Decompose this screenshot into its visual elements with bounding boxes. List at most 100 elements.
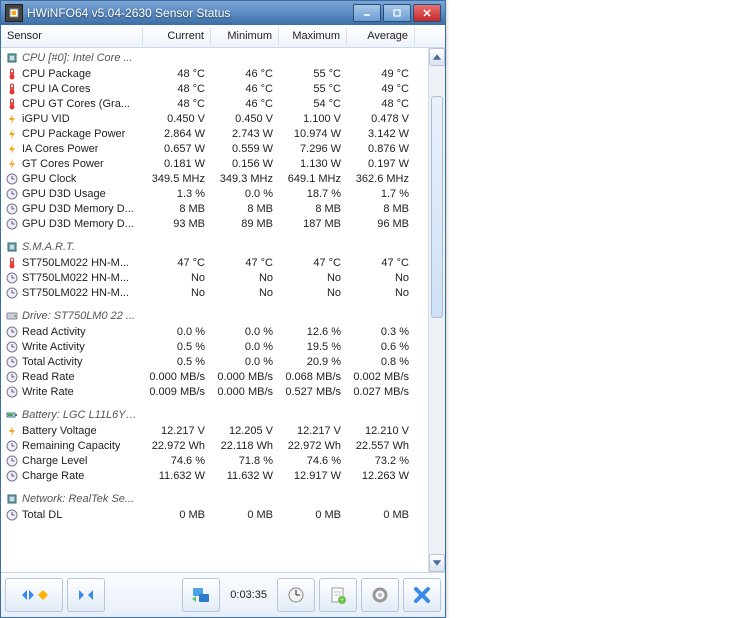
shrink-button[interactable] — [67, 578, 105, 612]
sensor-maximum: 1.130 W — [279, 158, 347, 170]
sensor-maximum: 20.9 % — [279, 356, 347, 368]
sensor-row[interactable]: GPU D3D Usage1.3 %0.0 %18.7 %1.7 % — [1, 186, 445, 201]
sensor-row[interactable]: CPU Package48 °C46 °C55 °C49 °C — [1, 66, 445, 81]
sensor-maximum: 47 °C — [279, 257, 347, 269]
sensor-name: CPU GT Cores (Gra... — [22, 98, 130, 110]
sensor-average: 0.876 W — [347, 143, 415, 155]
sensor-row[interactable]: GT Cores Power0.181 W0.156 W1.130 W0.197… — [1, 156, 445, 171]
sensor-current: 0.181 W — [143, 158, 211, 170]
sensor-average: 0.027 MB/s — [347, 386, 415, 398]
sensor-minimum: 11.632 W — [211, 470, 279, 482]
sensor-row[interactable]: Charge Rate11.632 W11.632 W12.917 W12.26… — [1, 468, 445, 483]
sensor-maximum: 22.972 Wh — [279, 440, 347, 452]
sensor-row[interactable]: Total Activity0.5 %0.0 %20.9 %0.8 % — [1, 354, 445, 369]
sensor-row[interactable]: Read Activity0.0 %0.0 %12.6 %0.3 % — [1, 324, 445, 339]
sensor-minimum: 0.0 % — [211, 326, 279, 338]
expand-collapse-button[interactable] — [5, 578, 63, 612]
thermo-icon — [5, 68, 19, 80]
bottom-toolbar: 0:03:35 + — [1, 572, 445, 617]
chip-icon — [5, 493, 19, 505]
clock-icon — [5, 356, 19, 368]
sensor-current: 0.657 W — [143, 143, 211, 155]
sensor-row[interactable]: Battery Voltage12.217 V12.205 V12.217 V1… — [1, 423, 445, 438]
sensor-minimum: 46 °C — [211, 98, 279, 110]
sensor-row[interactable]: IA Cores Power0.657 W0.559 W7.296 W0.876… — [1, 141, 445, 156]
sensor-row[interactable]: Write Activity0.5 %0.0 %19.5 %0.6 % — [1, 339, 445, 354]
sensor-name: GPU D3D Memory D... — [22, 218, 134, 230]
sensor-name: Charge Level — [22, 455, 87, 467]
sensor-current: 48 °C — [143, 98, 211, 110]
vertical-scrollbar[interactable] — [428, 48, 445, 572]
settings-button[interactable] — [361, 578, 399, 612]
scroll-thumb[interactable] — [431, 96, 443, 318]
sensor-row[interactable]: CPU GT Cores (Gra...48 °C46 °C54 °C48 °C — [1, 96, 445, 111]
minimize-button[interactable] — [353, 4, 381, 22]
sensor-row[interactable]: Read Rate0.000 MB/s0.000 MB/s0.068 MB/s0… — [1, 369, 445, 384]
sensor-row[interactable]: CPU Package Power2.864 W2.743 W10.974 W3… — [1, 126, 445, 141]
sensor-row[interactable]: CPU IA Cores48 °C46 °C55 °C49 °C — [1, 81, 445, 96]
col-current[interactable]: Current — [143, 27, 211, 45]
bolt-icon — [5, 128, 19, 140]
sensor-current: 93 MB — [143, 218, 211, 230]
group-label: Battery: LGC L11L6Y01 — [22, 409, 137, 421]
sensor-row[interactable]: ST750LM022 HN-M...NoNoNoNo — [1, 270, 445, 285]
sensor-minimum: 22.118 Wh — [211, 440, 279, 452]
sensor-row[interactable]: ST750LM022 HN-M...47 °C47 °C47 °C47 °C — [1, 255, 445, 270]
clock-icon — [5, 287, 19, 299]
sensor-group-header[interactable]: Battery: LGC L11L6Y01 — [1, 407, 445, 423]
sensor-row[interactable]: GPU D3D Memory D...93 MB89 MB187 MB96 MB — [1, 216, 445, 231]
sensor-maximum: 12.6 % — [279, 326, 347, 338]
sensor-row[interactable]: Charge Level74.6 %71.8 %74.6 %73.2 % — [1, 453, 445, 468]
elapsed-time: 0:03:35 — [224, 589, 273, 601]
sensor-minimum: 0.000 MB/s — [211, 386, 279, 398]
log-button[interactable]: + — [319, 578, 357, 612]
sensor-group-header[interactable]: Drive: ST750LM0 22 ... — [1, 308, 445, 324]
col-minimum[interactable]: Minimum — [211, 27, 279, 45]
sensor-row[interactable]: Write Rate0.009 MB/s0.000 MB/s0.527 MB/s… — [1, 384, 445, 399]
sensor-current: 349.5 MHz — [143, 173, 211, 185]
sensor-group-header[interactable]: Network: RealTek Se... — [1, 491, 445, 507]
scroll-down-button[interactable] — [429, 554, 445, 572]
scroll-up-button[interactable] — [429, 48, 445, 66]
sensor-row[interactable]: Remaining Capacity22.972 Wh22.118 Wh22.9… — [1, 438, 445, 453]
clock-icon — [5, 188, 19, 200]
close-button[interactable] — [413, 4, 441, 22]
sensor-current: 48 °C — [143, 83, 211, 95]
sensor-name: Remaining Capacity — [22, 440, 120, 452]
col-average[interactable]: Average — [347, 27, 415, 45]
close-sensors-button[interactable] — [403, 578, 441, 612]
sensor-current: 11.632 W — [143, 470, 211, 482]
clock-button[interactable] — [277, 578, 315, 612]
col-extra[interactable] — [415, 33, 429, 39]
refresh-button[interactable] — [182, 578, 220, 612]
col-maximum[interactable]: Maximum — [279, 27, 347, 45]
sensor-row[interactable]: ST750LM022 HN-M...NoNoNoNo — [1, 285, 445, 300]
sensor-group-header[interactable]: S.M.A.R.T. — [1, 239, 445, 255]
battery-icon — [5, 409, 19, 421]
sensor-row[interactable]: Total DL0 MB0 MB0 MB0 MB — [1, 507, 445, 522]
group-label: Network: RealTek Se... — [22, 493, 134, 505]
sensor-minimum: 0.156 W — [211, 158, 279, 170]
sensor-current: 0.000 MB/s — [143, 371, 211, 383]
sensor-row[interactable]: iGPU VID0.450 V0.450 V1.100 V0.478 V — [1, 111, 445, 126]
col-sensor[interactable]: Sensor — [1, 27, 143, 45]
sensor-name: Write Rate — [22, 386, 74, 398]
sensor-current: 48 °C — [143, 68, 211, 80]
sensor-name: GPU Clock — [22, 173, 76, 185]
sensor-group-header[interactable]: CPU [#0]: Intel Core ... — [1, 50, 445, 66]
sensor-name: GPU D3D Usage — [22, 188, 106, 200]
maximize-button[interactable] — [383, 4, 411, 22]
sensor-maximum: 54 °C — [279, 98, 347, 110]
sensor-maximum: No — [279, 272, 347, 284]
sensor-current: 0.009 MB/s — [143, 386, 211, 398]
sensor-average: 49 °C — [347, 68, 415, 80]
sensor-row[interactable]: GPU D3D Memory D...8 MB8 MB8 MB8 MB — [1, 201, 445, 216]
sensor-name: Battery Voltage — [22, 425, 97, 437]
window-titlebar[interactable]: HWiNFO64 v5.04-2630 Sensor Status — [1, 1, 445, 25]
clock-icon — [5, 470, 19, 482]
column-header[interactable]: Sensor Current Minimum Maximum Average — [1, 25, 445, 48]
sensor-minimum: 8 MB — [211, 203, 279, 215]
sensor-row[interactable]: GPU Clock349.5 MHz349.3 MHz649.1 MHz362.… — [1, 171, 445, 186]
sensor-name: Total Activity — [22, 356, 83, 368]
sensor-name: ST750LM022 HN-M... — [22, 257, 129, 269]
